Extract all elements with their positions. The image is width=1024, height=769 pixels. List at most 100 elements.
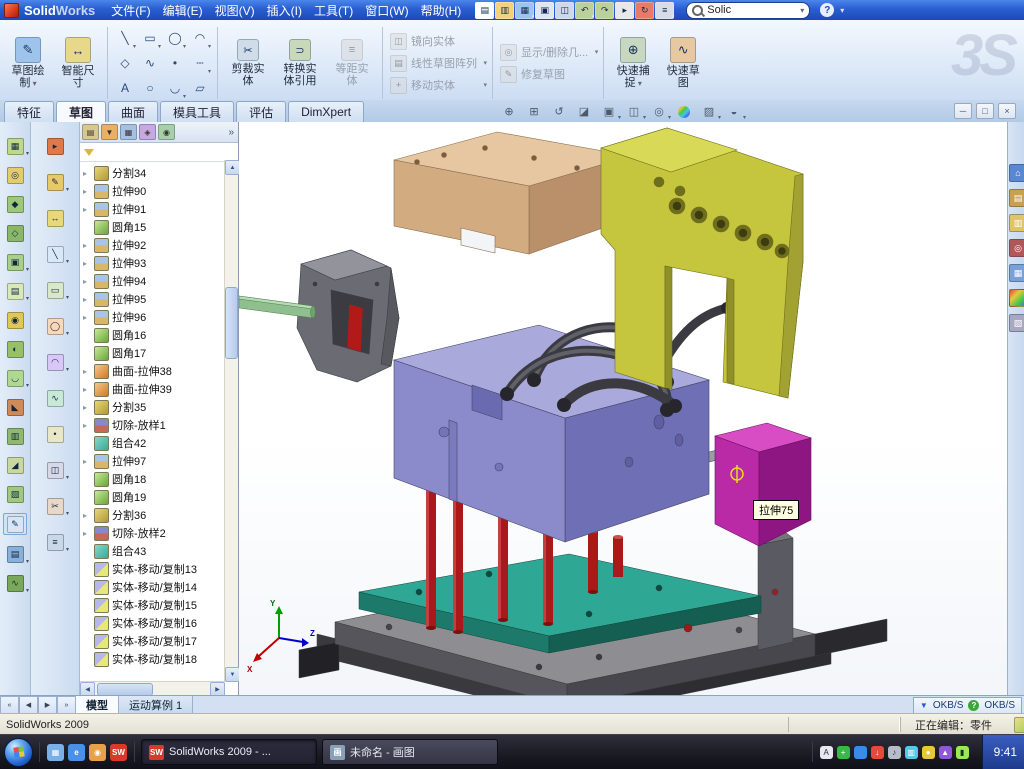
quick-launch-media-icon[interactable]: ◉ [89,744,106,761]
sketch-tool-icon[interactable]: ✎ [44,172,66,192]
zoom-fit-icon[interactable]: ⊕ [498,102,520,121]
tray-security-icon[interactable]: ▲ [939,746,952,759]
dimxpertmanager-tab-icon[interactable]: ◈ [139,124,156,140]
display-style-icon[interactable]: ◫ [623,102,645,121]
toolbar-options-icon[interactable]: ▾ [840,6,844,15]
graphics-area[interactable]: Y X Z 拉伸75 [239,122,1007,695]
help-button[interactable]: ? [820,3,834,17]
expand-arrow-icon[interactable]: ▸ [83,385,91,394]
expand-arrow-icon[interactable]: ▸ [83,529,91,538]
restore-window-icon[interactable]: □ [976,103,994,119]
swept-boss-icon[interactable]: ◆ [4,194,26,214]
expand-arrow-icon[interactable]: ▸ [83,457,91,466]
tab-surfaces[interactable]: 曲面 [108,101,158,122]
revolved-cut-icon[interactable]: ◐ [4,339,26,359]
tree-item[interactable]: ▸ 组合43 [80,542,225,560]
fillet-icon[interactable]: ◡ [4,368,26,388]
dimension-tool-icon[interactable]: ↔ [44,208,66,228]
minimize-window-icon[interactable]: ─ [954,103,972,119]
tree-item[interactable]: ▸ 切除-放样2 [80,524,225,542]
search-tab-icon[interactable]: ◎ [1009,239,1024,257]
draft-icon[interactable]: ◢ [4,455,26,475]
point-icon[interactable]: • [163,51,187,75]
expand-arrow-icon[interactable]: ▸ [83,367,91,376]
tree-item[interactable]: ▸ 切除-放样1 [80,416,225,434]
tab-mold-tools[interactable]: 模具工具 [160,101,234,122]
close-window-icon[interactable]: × [998,103,1016,119]
net-help-icon[interactable]: ? [968,700,979,711]
circle-icon[interactable]: ◯ [163,26,187,50]
search-dropdown-icon[interactable]: ▾ [800,6,804,15]
featuremanager-tab-icon[interactable]: ▤ [82,124,99,140]
tree-item[interactable]: ▸ 拉伸96 [80,308,225,326]
redo-icon[interactable]: ↷ [595,2,614,19]
view-orientation-icon[interactable]: ▣ [598,102,620,121]
solidworks-resources-icon[interactable]: ⌂ [1009,164,1024,182]
sketch-button[interactable]: ✎ 草图绘制 [4,23,52,103]
trim-tool-icon[interactable]: ✂ [44,496,66,516]
search-box[interactable]: Solic ▾ [686,2,810,19]
tray-update-icon[interactable]: ● [922,746,935,759]
file-explorer-icon[interactable]: ▥ [1009,214,1024,232]
model-canvas[interactable]: Y X Z [239,122,1007,695]
tree-vertical-scrollbar[interactable]: ▲ ▼ [224,160,238,682]
view-settings-icon[interactable]: ◒ [723,102,745,121]
revolved-boss-icon[interactable]: ◎ [4,165,26,185]
sketch-status-icon[interactable] [1014,717,1024,733]
save-icon[interactable]: ▦ [515,2,534,19]
previous-view-icon[interactable]: ↺ [548,102,570,121]
expand-arrow-icon[interactable]: ▸ [83,295,91,304]
expand-arrow-icon[interactable]: ▸ [83,277,91,286]
tab-motion-study[interactable]: 运动算例 1 [119,696,193,714]
convert-entities-button[interactable]: ⊃ 转换实体引用 [275,23,325,103]
previous-frame-button[interactable]: ◀ [19,696,38,714]
tab-evaluate[interactable]: 评估 [236,101,286,122]
appearances-icon[interactable]: ● [1009,289,1024,307]
tab-sketch[interactable]: 草图 [56,101,106,122]
tab-dimxpert[interactable]: DimXpert [288,101,364,122]
trim-entities-button[interactable]: ✂ 剪裁实体 [223,23,273,103]
menu-view[interactable]: 视图(V) [209,2,261,19]
tray-antivirus-icon[interactable]: + [837,746,850,759]
tree-item[interactable]: ▸ 组合42 [80,434,225,452]
linear-sketch-pattern-button[interactable]: ▤ 线性草图阵列 [388,54,487,73]
plane-icon[interactable]: ▱ [188,76,212,100]
menu-help[interactable]: 帮助(H) [415,2,468,19]
new-document-icon[interactable]: ▤ [475,2,494,19]
select-icon[interactable]: ▸ [615,2,634,19]
scroll-up-icon[interactable]: ▲ [225,160,240,175]
tab-features[interactable]: 特征 [4,101,54,122]
arc-icon[interactable]: ◠ [188,26,212,50]
configurationmanager-tab-icon[interactable]: ▦ [120,124,137,140]
expand-arrow-icon[interactable]: ▸ [83,421,91,430]
tree-item[interactable]: ▸ 实体-移动/复制14 [80,578,225,596]
expand-arrow-icon[interactable]: ▸ [83,511,91,520]
menu-tools[interactable]: 工具(T) [308,2,359,19]
ellipse-icon[interactable]: ○ [138,76,162,100]
tree-item[interactable]: ▸ 拉伸90 [80,182,225,200]
undo-icon[interactable]: ↶ [575,2,594,19]
rebuild-icon[interactable]: ↻ [635,2,654,19]
tree-item[interactable]: ▸ 分割35 [80,398,225,416]
part-support-frame[interactable] [601,128,803,398]
repair-sketch-button[interactable]: ✎ 修复草图 [498,65,598,84]
options-icon[interactable]: ≡ [655,2,674,19]
rectangle-icon[interactable]: ▭ [138,26,162,50]
expand-arrow-icon[interactable]: ▸ [83,205,91,214]
menu-window[interactable]: 窗口(W) [359,2,414,19]
tray-messenger-icon[interactable] [854,746,867,759]
tree-item[interactable]: ▸ 拉伸94 [80,272,225,290]
line-icon[interactable]: ╲ [113,26,137,50]
tree-item[interactable]: ▸ 实体-移动/复制16 [80,614,225,632]
design-library-icon[interactable]: ▤ [1009,189,1024,207]
expand-arrow-icon[interactable]: ▸ [83,187,91,196]
offset-tool-icon[interactable]: ≡ [44,532,66,552]
extruded-boss-icon[interactable]: ▦ [4,136,26,156]
clock[interactable]: 9:41 [982,735,1024,769]
expand-arrow-icon[interactable]: ▸ [83,259,91,268]
arc-tool-icon[interactable]: ◠ [44,352,66,372]
quick-launch-solidworks-icon[interactable]: SW [110,744,127,761]
text-icon[interactable]: A [113,76,137,100]
expand-arrow-icon[interactable]: ▸ [83,169,91,178]
tree-horizontal-scrollbar[interactable]: ◀ ▶ [80,681,225,695]
